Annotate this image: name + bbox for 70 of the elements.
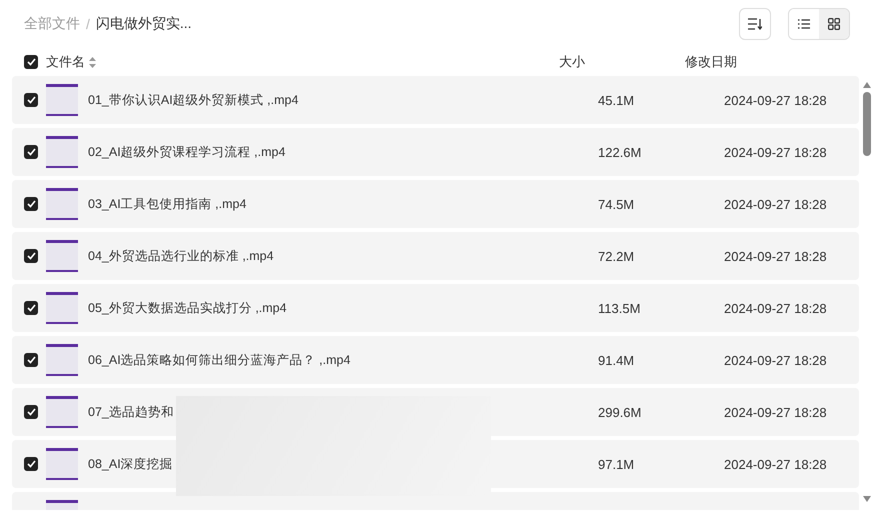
- video-thumbnail: [46, 396, 78, 428]
- file-name: 03_AI工具包使用指南 ,.mp4: [88, 196, 248, 212]
- file-row[interactable]: 05_外贸大数据选品实战打分 ,.mp4 113.5M 2024-09-27 18:28: [12, 284, 859, 332]
- file-row[interactable]: 06_AI选品策略如何筛出细分蓝海产品？ ,.mp4 91.4M 2024-09-27 18:28: [12, 336, 859, 384]
- checkbox[interactable]: [24, 93, 38, 107]
- video-thumbnail: [46, 448, 78, 480]
- check-icon: [26, 58, 36, 66]
- checkbox[interactable]: [24, 145, 38, 159]
- modified-date: 2024-09-27 18:28: [724, 144, 827, 160]
- file-row[interactable]: 03_AI工具包使用指南 ,.mp4 74.5M 2024-09-27 18:28: [12, 180, 859, 228]
- sort-arrows-icon[interactable]: [89, 56, 96, 68]
- check-icon: [26, 200, 36, 208]
- column-header[interactable]: 大小: [559, 53, 685, 71]
- checkbox[interactable]: [24, 197, 38, 211]
- checkbox[interactable]: [24, 405, 38, 419]
- modified-date: 2024-09-27 18:28: [724, 92, 827, 108]
- checkbox[interactable]: [24, 55, 38, 69]
- video-thumbnail: [46, 240, 78, 272]
- file-name: 07_选品趋势和: [88, 404, 175, 420]
- file-name: 04_外贸选品选行业的标准 ,.mp4: [88, 248, 275, 264]
- check-icon: [26, 252, 36, 260]
- file-row[interactable]: 04_外贸选品选行业的标准 ,.mp4 72.2M 2024-09-27 18:28: [12, 232, 859, 280]
- check-icon: [26, 148, 36, 156]
- video-thumbnail: [46, 136, 78, 168]
- file-name: 01_带你认识AI超级外贸新模式 ,.mp4: [88, 92, 300, 108]
- video-thumbnail: [46, 188, 78, 220]
- list-icon: [798, 19, 810, 29]
- modified-date: 2024-09-27 18:28: [724, 456, 827, 472]
- file-name: 06_AI选品策略如何筛出细分蓝海产品？ ,.mp4: [88, 352, 352, 368]
- modified-date: 2024-09-27 18:28: [724, 300, 827, 316]
- column-header[interactable]: 文件名: [46, 53, 85, 71]
- file-size: 91.4M: [598, 352, 636, 368]
- file-size: 72.2M: [598, 248, 636, 264]
- checkbox[interactable]: [24, 301, 38, 315]
- scrollbar-thumb[interactable]: [862, 92, 870, 156]
- modified-date: 2024-09-27 18:28: [724, 352, 827, 368]
- file-name: 05_外贸大数据选品实战打分 ,.mp4: [88, 300, 288, 316]
- file-row[interactable]: 01_带你认识AI超级外贸新模式 ,.mp4 45.1M 2024-09-27 18:28: [12, 76, 859, 124]
- scroll-down-icon[interactable]: [862, 496, 870, 502]
- check-icon: [26, 356, 36, 364]
- file-size: 113.5M: [598, 300, 642, 316]
- sort-icon: [748, 18, 762, 30]
- checkbox[interactable]: [24, 457, 38, 471]
- check-icon: [26, 304, 36, 312]
- file-row[interactable]: 02_AI超级外贸课程学习流程 ,.mp4 122.6M 2024-09-27 18:28: [12, 128, 859, 176]
- video-thumbnail: [46, 84, 78, 116]
- grid-view-button[interactable]: [819, 9, 849, 39]
- video-thumbnail: [46, 292, 78, 324]
- column-header[interactable]: 修改日期: [685, 53, 737, 71]
- modified-date: 2024-09-27 18:28: [724, 404, 827, 420]
- file-name: 08_AI深度挖掘: [88, 456, 174, 472]
- file-size: 122.6M: [598, 144, 642, 160]
- breadcrumb-separator: /: [86, 16, 90, 32]
- check-icon: [26, 460, 36, 468]
- current-folder: 闪电做外贸实...: [96, 15, 192, 33]
- file-name: 02_AI超级外贸课程学习流程 ,.mp4: [88, 144, 286, 160]
- file-size: 45.1M: [598, 92, 636, 108]
- modified-date: 2024-09-27 18:28: [724, 196, 827, 212]
- file-size: 299.6M: [598, 404, 642, 420]
- check-icon: [26, 96, 36, 104]
- checkbox[interactable]: [24, 249, 38, 263]
- grid-icon: [828, 18, 840, 30]
- scroll-up-icon[interactable]: [862, 82, 870, 88]
- sort-button[interactable]: [739, 8, 771, 40]
- file-size: 97.1M: [598, 456, 636, 472]
- video-thumbnail: [46, 344, 78, 376]
- file-size: 74.5M: [598, 196, 636, 212]
- modified-date: 2024-09-27 18:28: [724, 248, 827, 264]
- checkbox[interactable]: [24, 353, 38, 367]
- check-icon: [26, 408, 36, 416]
